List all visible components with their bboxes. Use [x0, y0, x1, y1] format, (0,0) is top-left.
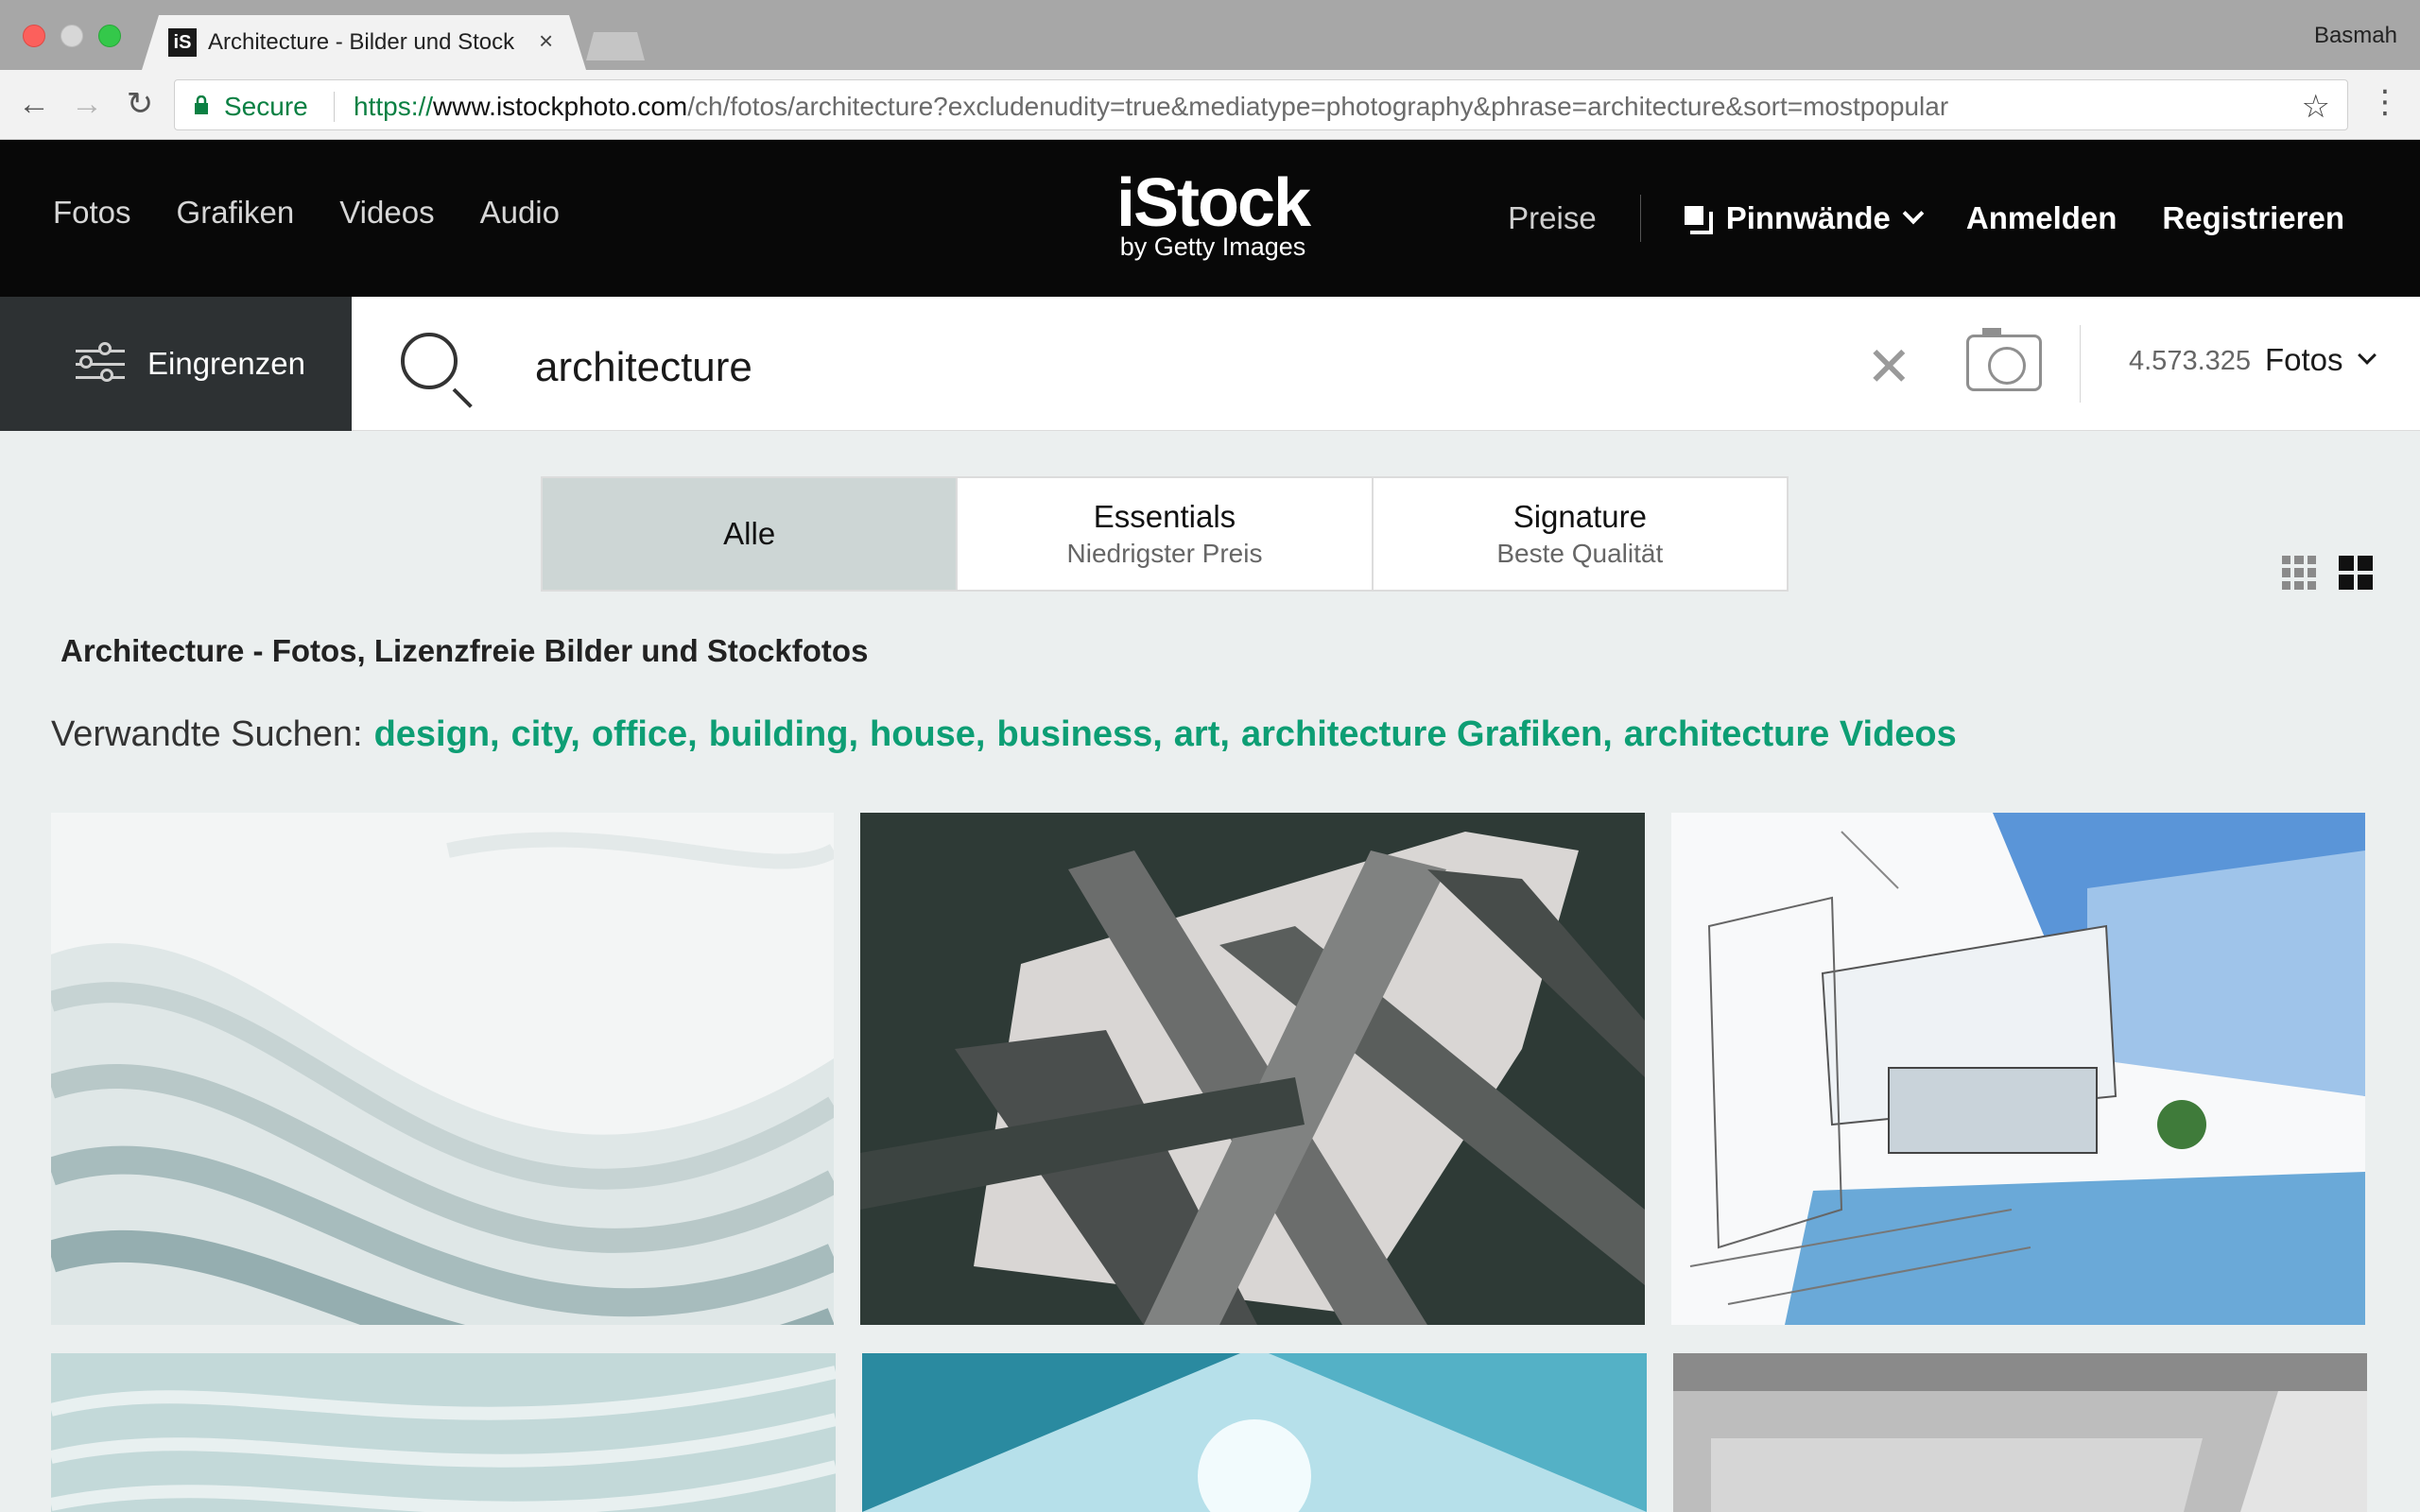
related-link[interactable]: business, [997, 714, 1163, 754]
related-link[interactable]: office, [592, 714, 698, 754]
url-scheme: https:// [354, 92, 434, 121]
related-link[interactable]: building, [709, 714, 858, 754]
url-host: www.istockphoto.com [433, 92, 688, 121]
related-label: Verwandte Suchen: [51, 714, 363, 754]
concrete-beams-photo [860, 813, 1645, 1325]
image-result[interactable] [1673, 1353, 2367, 1512]
address-bar[interactable]: Secure https://www.istockphoto.com/ch/fo… [174, 79, 2348, 130]
browser-toolbar: ← → ↻ Secure https://www.istockphoto.com… [0, 70, 2420, 140]
logo-wordmark: iStock [1115, 165, 1311, 241]
menu-dots-icon[interactable]: ⋮ [2369, 83, 2401, 121]
nav-audio[interactable]: Audio [480, 195, 560, 231]
url-text[interactable]: https://www.istockphoto.com/ch/fotos/arc… [334, 92, 1948, 122]
related-link[interactable]: architecture Videos [1624, 714, 1957, 754]
account-nav: Preise Pinnwände Anmelden Registrieren [1508, 195, 2344, 242]
curved-building-photo [51, 813, 834, 1325]
concrete-corner-photo [1673, 1353, 2367, 1512]
refine-label: Eingrenzen [147, 346, 305, 381]
grid-view-icon[interactable] [2282, 556, 2316, 590]
nav-divider [1639, 195, 1641, 242]
zoom-window-button[interactable] [98, 25, 121, 47]
search-bar: architecture ✕ 4.573.325 Fotos [352, 297, 2420, 431]
image-result[interactable] [860, 813, 1645, 1325]
url-path: /ch/fotos/architecture?excludenudity=tru… [687, 92, 1949, 121]
new-tab-button[interactable] [586, 32, 645, 60]
page-title: Architecture - Fotos, Lizenzfreie Bilder… [60, 633, 869, 668]
tab-title: Alle [723, 516, 776, 551]
media-type-dropdown[interactable]: Fotos [2265, 342, 2377, 378]
search-divider [2080, 325, 2081, 403]
related-link[interactable]: house, [870, 714, 985, 754]
mosaic-view-icon[interactable] [2339, 556, 2373, 590]
browser-tab[interactable]: iS Architecture - Bilder und Stock × [142, 15, 586, 70]
lock-icon [195, 95, 208, 114]
tab-title: Signature [1512, 499, 1647, 534]
nav-videos[interactable]: Videos [339, 195, 434, 231]
image-result[interactable] [862, 1353, 1647, 1512]
tab-essentials[interactable]: Essentials Niedrigster Preis [958, 478, 1374, 590]
browser-tabstrip: iS Architecture - Bilder und Stock × Bas… [0, 0, 2420, 70]
forward-icon[interactable]: → [66, 83, 108, 125]
image-result[interactable] [51, 813, 834, 1325]
villa-sketch-photo [1671, 813, 2365, 1325]
related-link[interactable]: design, [374, 714, 500, 754]
reload-icon[interactable]: ↻ [119, 83, 161, 125]
camera-search-icon[interactable] [1966, 328, 2042, 391]
istock-logo[interactable]: iStock by Getty Images [1104, 165, 1322, 261]
pricing-link[interactable]: Preise [1508, 200, 1597, 236]
boards-label: Pinnwände [1725, 200, 1891, 235]
boards-dropdown[interactable]: Pinnwände [1684, 200, 1925, 236]
tab-alle[interactable]: Alle [543, 478, 959, 590]
chevron-down-icon [2357, 346, 2377, 365]
clear-search-icon[interactable]: ✕ [1866, 335, 1912, 399]
related-link[interactable]: architecture Grafiken, [1241, 714, 1613, 754]
chevron-down-icon [1902, 202, 1925, 225]
logo-byline: by Getty Images [1119, 232, 1306, 261]
related-link[interactable]: art, [1174, 714, 1230, 754]
search-icon[interactable] [401, 333, 458, 389]
media-type-label: Fotos [2265, 342, 2343, 377]
tab-subtitle: Beste Qualität [1496, 539, 1664, 568]
close-window-button[interactable] [23, 25, 45, 47]
istock-favicon-icon: iS [168, 28, 197, 57]
media-nav: Fotos Grafiken Videos Audio [53, 195, 560, 231]
site-header: Fotos Grafiken Videos Audio iStock by Ge… [0, 140, 2420, 297]
profile-name[interactable]: Basmah [2314, 23, 2397, 49]
license-segment-tabs: Alle Essentials Niedrigster Preis Signat… [541, 476, 1789, 592]
tab-title: Architecture - Bilder und Stock [208, 29, 515, 55]
image-result[interactable] [51, 1353, 836, 1512]
tab-close-icon[interactable]: × [539, 26, 553, 56]
filter-sliders-icon [76, 342, 125, 384]
back-icon[interactable]: ← [13, 83, 55, 125]
secure-label: Secure [224, 92, 308, 121]
curved-lines-photo [51, 1353, 836, 1512]
star-icon[interactable]: ☆ [2302, 88, 2330, 126]
tab-signature[interactable]: Signature Beste Qualität [1374, 478, 1787, 590]
image-result[interactable] [1671, 813, 2365, 1325]
nav-grafiken[interactable]: Grafiken [177, 195, 295, 231]
nav-fotos[interactable]: Fotos [53, 195, 131, 231]
boards-icon [1684, 206, 1713, 234]
register-link[interactable]: Registrieren [2162, 200, 2344, 236]
tab-title: Essentials [1093, 499, 1236, 534]
related-link[interactable]: city, [511, 714, 580, 754]
result-count: 4.573.325 [2129, 346, 2252, 376]
glass-roof-photo [862, 1353, 1647, 1512]
refine-button[interactable]: Eingrenzen [0, 297, 352, 431]
minimize-window-button[interactable] [60, 25, 83, 47]
tab-subtitle: Niedrigster Preis [1066, 539, 1263, 568]
related-searches: Verwandte Suchen: design, city, office, buil… [51, 714, 1957, 755]
search-input[interactable]: architecture [535, 344, 752, 391]
login-link[interactable]: Anmelden [1966, 200, 2118, 236]
